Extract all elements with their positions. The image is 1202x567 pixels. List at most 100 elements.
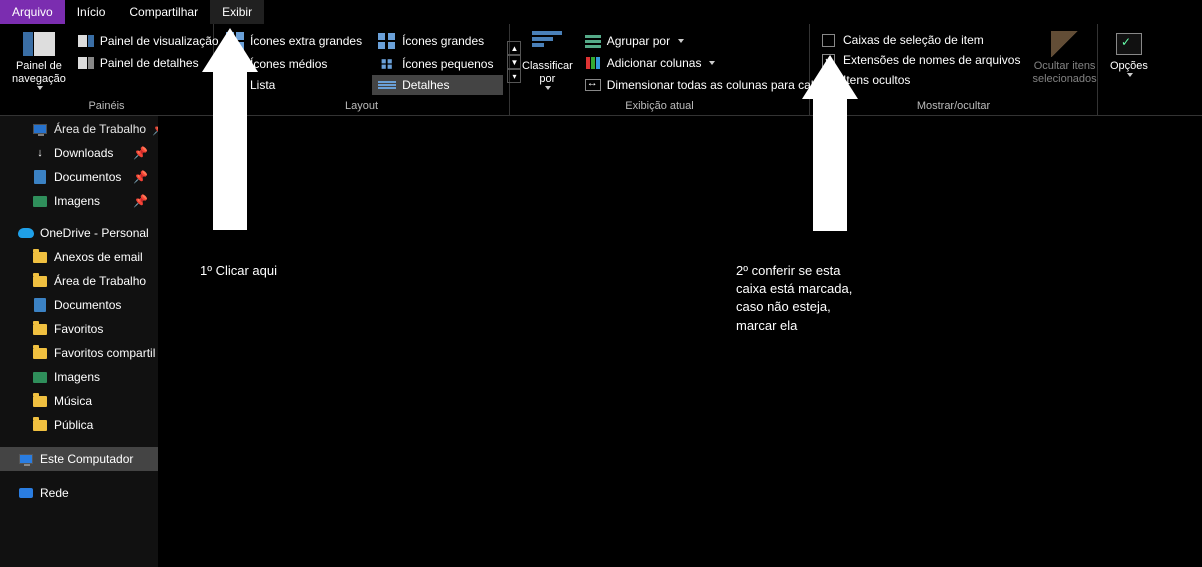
layout-medium-label: Ícones médios (250, 57, 327, 71)
tree-favorites[interactable]: Favoritos (0, 317, 158, 341)
tree-email-attachments[interactable]: Anexos de email (0, 245, 158, 269)
content-area: 1º Clicar aqui 2º conferir se esta caixa… (158, 116, 1202, 567)
downloads-icon (32, 145, 48, 161)
file-extensions-label: Extensões de nomes de arquivos (843, 53, 1020, 67)
layout-list-label: Lista (250, 78, 275, 92)
options-label: Opções (1110, 60, 1148, 73)
document-icon (32, 297, 48, 313)
details-icon (378, 81, 396, 89)
layout-small-icons[interactable]: Ícones pequenos (372, 53, 503, 75)
menu-tabs: Arquivo Início Compartilhar Exibir (0, 0, 1202, 24)
item-checkboxes-label: Caixas de seleção de item (843, 33, 984, 47)
medium-icons-icon (228, 58, 242, 71)
group-label-layout: Layout (220, 98, 503, 115)
folder-icon (32, 417, 48, 433)
tree-this-pc-label: Este Computador (40, 452, 133, 466)
tree-music-label: Música (54, 394, 92, 408)
annotation-step1: 1º Clicar aqui (200, 262, 277, 280)
layout-extra-large-label: Ícones extra grandes (250, 34, 362, 48)
tree-shared-favorites[interactable]: Favoritos compartil (0, 341, 158, 365)
tree-documents-od[interactable]: Documentos (0, 293, 158, 317)
navigation-pane-button[interactable]: Painel de navegação (6, 26, 72, 94)
preview-pane-icon (78, 33, 94, 49)
details-pane-label: Painel de detalhes (100, 56, 199, 70)
options-button[interactable]: Opções (1104, 26, 1154, 81)
navigation-pane-label: Painel de navegação (12, 60, 66, 86)
group-label-current-view: Exibição atual (516, 98, 803, 115)
group-label-options (1104, 110, 1196, 115)
size-columns-button[interactable]: Dimensionar todas as colunas para caber (579, 74, 834, 96)
layout-extra-large-icons[interactable]: Ícones extra grandes (220, 29, 372, 53)
chevron-down-icon (678, 39, 684, 43)
tree-desktop-od[interactable]: Área de Trabalho (0, 269, 158, 293)
ribbon: Painel de navegação Painel de visualizaç… (0, 24, 1202, 116)
tree-favorites-label: Favoritos (54, 322, 103, 336)
tree-public[interactable]: Pública (0, 413, 158, 437)
item-checkboxes-toggle[interactable]: Caixas de seleção de item (816, 30, 1026, 50)
tree-documents[interactable]: Documentos 📌 (0, 165, 158, 189)
hide-selected-label: Ocultar itens selecionados (1032, 60, 1096, 86)
tree-pictures-label: Imagens (54, 194, 100, 208)
chevron-down-icon (545, 86, 551, 90)
layout-small-label: Ícones pequenos (402, 57, 493, 71)
folder-icon (32, 393, 48, 409)
navigation-pane-icon (23, 30, 55, 58)
layout-large-icons[interactable]: Ícones grandes (372, 29, 503, 53)
folder-icon (32, 345, 48, 361)
preview-pane-button[interactable]: Painel de visualização (72, 30, 225, 52)
folder-icon (32, 321, 48, 337)
tree-public-label: Pública (54, 418, 93, 432)
add-columns-button[interactable]: Adicionar colunas (579, 52, 834, 74)
sort-by-label: Classificar por (522, 60, 573, 86)
tab-file[interactable]: Arquivo (0, 0, 65, 24)
annotation-step2: 2º conferir se esta caixa está marcada, … (736, 262, 852, 335)
tree-desktop-od-label: Área de Trabalho (54, 274, 146, 288)
size-columns-icon (585, 77, 601, 93)
tree-network[interactable]: Rede (0, 481, 158, 505)
tree-documents-label: Documentos (54, 170, 121, 184)
tree-pictures-od[interactable]: Imagens (0, 365, 158, 389)
chevron-down-icon (709, 61, 715, 65)
pictures-icon (32, 193, 48, 209)
tree-onedrive[interactable]: OneDrive - Personal (0, 221, 158, 245)
tab-share[interactable]: Compartilhar (117, 0, 210, 24)
desktop-icon (32, 121, 48, 137)
main-area: Área de Trabalho 📌 Downloads 📌 Documento… (0, 116, 1202, 567)
monitor-icon (18, 451, 34, 467)
tree-desktop[interactable]: Área de Trabalho 📌 (0, 117, 158, 141)
pin-icon: 📌 (133, 146, 148, 160)
onedrive-icon (18, 225, 34, 241)
layout-medium-icons[interactable]: Ícones médios (220, 53, 372, 75)
group-by-button[interactable]: Agrupar por (579, 30, 834, 52)
details-pane-button[interactable]: Painel de detalhes (72, 52, 225, 74)
hidden-items-toggle[interactable]: Itens ocultos (816, 70, 1026, 90)
tab-view[interactable]: Exibir (210, 0, 264, 24)
large-icons-icon (378, 33, 396, 49)
add-columns-label: Adicionar colunas (607, 56, 702, 70)
preview-pane-label: Painel de visualização (100, 34, 219, 48)
layout-large-label: Ícones grandes (402, 34, 484, 48)
sort-icon (531, 30, 563, 58)
add-columns-icon (585, 55, 601, 71)
group-by-icon (585, 33, 601, 49)
pictures-icon (32, 369, 48, 385)
document-icon (32, 169, 48, 185)
hide-selected-button[interactable]: Ocultar itens selecionados (1026, 26, 1102, 90)
tree-pictures[interactable]: Imagens 📌 (0, 189, 158, 213)
tree-onedrive-label: OneDrive - Personal (40, 226, 149, 240)
small-icons-icon (382, 59, 393, 69)
layout-list[interactable]: Lista (220, 75, 372, 95)
pin-icon: 📌 (133, 194, 148, 208)
tree-desktop-label: Área de Trabalho (54, 122, 146, 136)
tree-shared-favorites-label: Favoritos compartil (54, 346, 155, 360)
tree-downloads[interactable]: Downloads 📌 (0, 141, 158, 165)
file-extensions-toggle[interactable]: Extensões de nomes de arquivos (816, 50, 1026, 70)
tab-home[interactable]: Início (65, 0, 118, 24)
layout-details[interactable]: Detalhes (372, 75, 503, 95)
tree-this-pc[interactable]: Este Computador (0, 447, 158, 471)
group-label-show-hide: Mostrar/ocultar (816, 98, 1091, 115)
sort-by-button[interactable]: Classificar por (516, 26, 579, 94)
tree-documents-od-label: Documentos (54, 298, 121, 312)
tree-music[interactable]: Música (0, 389, 158, 413)
layout-details-label: Detalhes (402, 78, 449, 92)
